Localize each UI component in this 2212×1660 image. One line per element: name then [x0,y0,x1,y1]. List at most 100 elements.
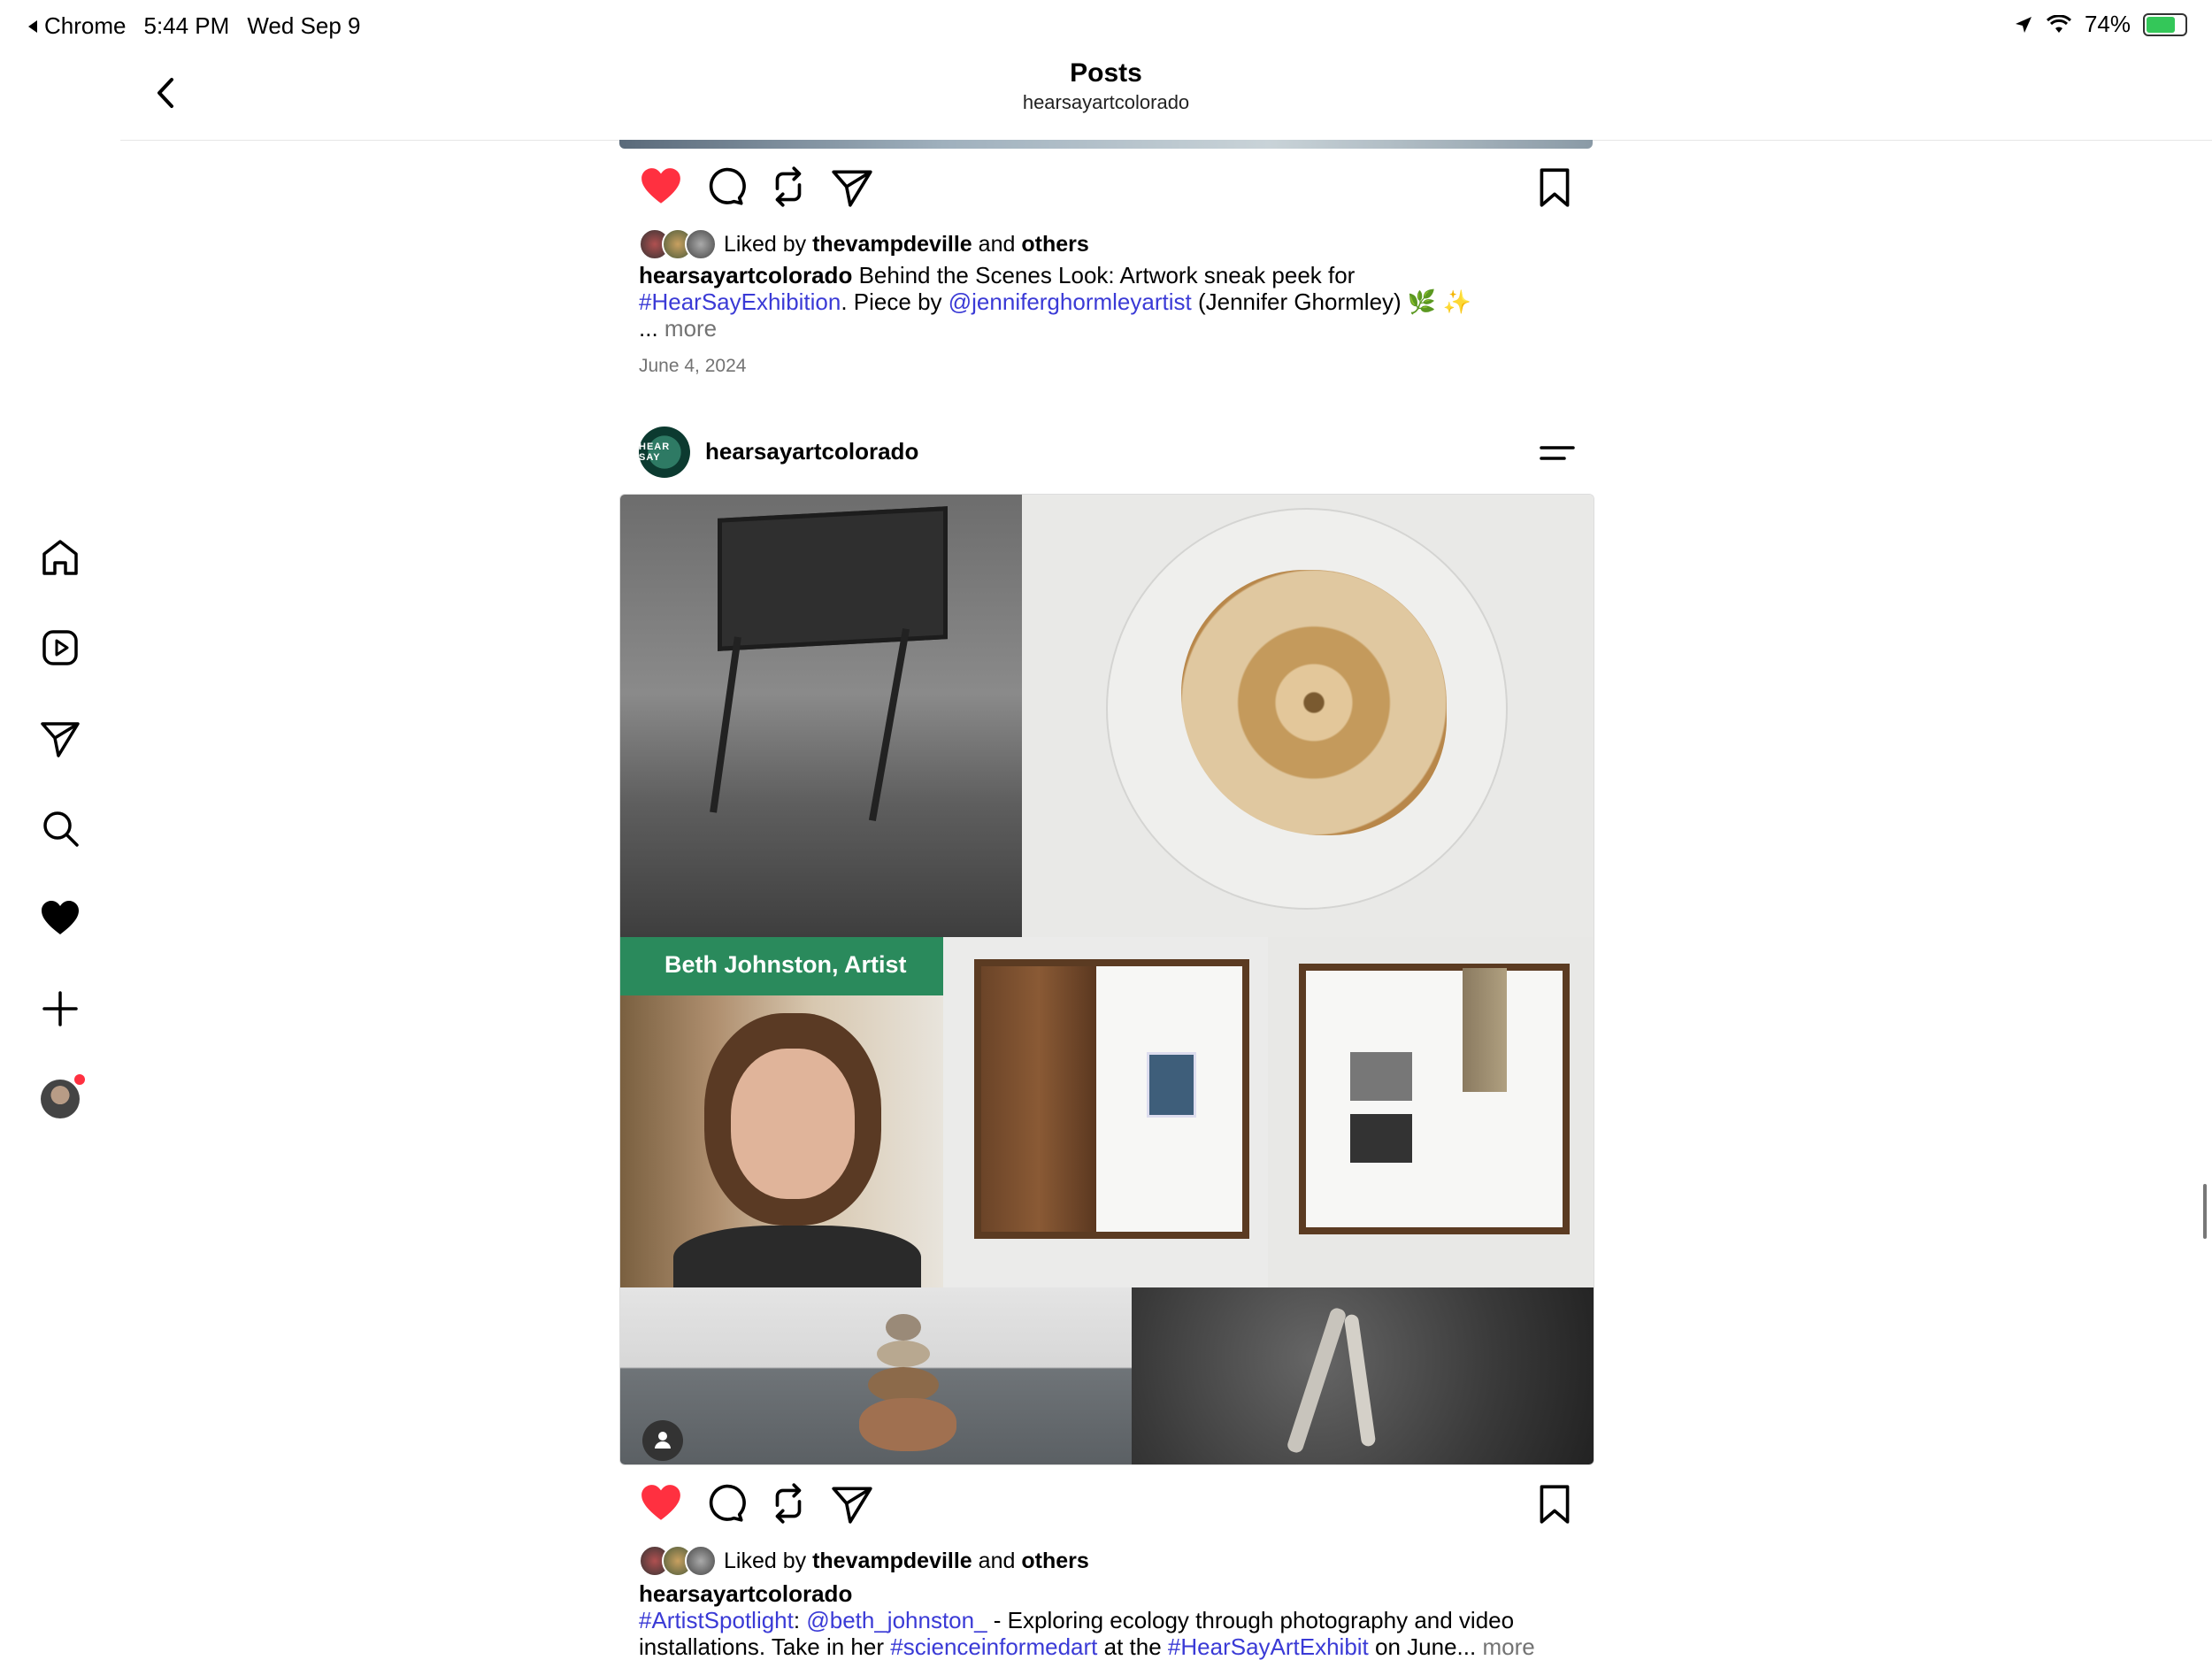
sidebar-item-create[interactable] [34,982,87,1035]
liked-by-others-link[interactable]: others [1021,1549,1088,1573]
post-header: HEAR SAY hearsayartcolorado [639,427,1577,481]
heart-filled-icon [641,168,680,204]
posts-feed: Liked by thevampdeville and others hears… [619,140,1594,1660]
status-bar: Chrome 5:44 PM Wed Sep 9 74% [0,0,2212,51]
billboard-photo [620,495,1022,937]
liked-by-and: and [978,1548,1016,1573]
caption-text: (Jennifer Ghormley) 🌿 ✨ [1197,288,1471,315]
liked-by-others-link[interactable]: others [1021,232,1088,257]
send-icon [832,1487,872,1524]
liked-by-user-link[interactable]: thevampdeville [812,1549,972,1573]
post-date: June 4, 2024 [639,356,747,376]
mention-link[interactable]: @beth_johnston_ [806,1607,987,1633]
post-caption: hearsayartcolorado #ArtistSpotlight: @be… [639,1580,1535,1660]
comment-icon [709,167,746,205]
post-username-link[interactable]: hearsayartcolorado [705,438,918,465]
avatar [685,228,717,260]
battery-icon [2143,12,2187,36]
sidebar-item-search[interactable] [34,802,87,855]
disc-artwork-photo [1022,495,1594,937]
back-to-app-link[interactable]: Chrome [27,12,126,40]
tagged-users-button[interactable] [642,1420,683,1461]
post-menu-button[interactable] [1538,435,1577,471]
heart-filled-icon [641,1485,680,1520]
sidebar-item-reels[interactable] [34,621,87,674]
bookmark-icon [1540,1485,1570,1524]
previous-post-image[interactable] [619,140,1593,149]
avatar[interactable]: HEAR SAY [639,427,690,478]
page-title: Posts [1070,58,1142,88]
caption-text: on June... [1375,1633,1477,1660]
heart-filled-icon [42,901,79,934]
save-button[interactable] [1532,165,1577,209]
back-triangle-icon [28,19,37,33]
page-header: Posts hearsayartcolorado [120,51,2212,141]
status-date: Wed Sep 9 [247,12,361,39]
caption-username-link[interactable]: hearsayartcolorado [639,1580,852,1607]
post-image[interactable]: Beth Johnston, Artist [619,494,1594,1465]
framed-artwork-photo [1268,937,1594,1287]
like-button[interactable] [639,165,683,209]
post-caption: hearsayartcolorado Behind the Scenes Loo… [639,262,1577,342]
liked-by-and: and [978,231,1016,257]
stone-stack-photo [620,1287,1132,1464]
bones-photo [1132,1287,1594,1464]
comment-icon [709,1484,746,1522]
post-actions [639,165,1577,214]
comment-button[interactable] [703,165,747,209]
caption-text: at the [1103,1633,1162,1660]
reels-icon [42,630,78,665]
share-button[interactable] [830,1481,874,1526]
sidebar-item-profile[interactable] [34,1072,87,1126]
location-icon [2015,16,2032,33]
comment-button[interactable] [703,1481,747,1526]
likes-summary[interactable]: Liked by thevampdeville and others [639,1545,1089,1577]
notification-dot [74,1074,85,1085]
repost-icon [775,1483,802,1524]
scroll-indicator[interactable] [2203,1184,2207,1239]
bookmark-icon [1540,168,1570,207]
caption-text: Behind the Scenes Look: Artwork sneak pe… [858,262,1356,288]
hashtag-link[interactable]: #scienceinformedart [890,1633,1097,1660]
more-link[interactable]: more [664,315,717,342]
likes-summary[interactable]: Liked by thevampdeville and others [639,228,1089,260]
liker-avatars [639,228,717,260]
caption-text: . Piece by [841,288,942,315]
hashtag-link[interactable]: #HearSayExhibition [639,288,841,315]
like-button[interactable] [639,1481,683,1526]
sidebar-item-home[interactable] [34,531,87,584]
send-icon [41,722,80,757]
battery-percent: 74% [2084,11,2131,37]
caption-text: - Exploring ecology through photography … [993,1607,1515,1633]
framed-artwork-photo [943,937,1268,1287]
search-icon [43,811,79,847]
artist-portrait-photo [620,995,943,1287]
liked-by-label: Liked by [724,1548,807,1573]
page-subtitle: hearsayartcolorado [1022,91,1190,113]
sidebar-nav [0,142,120,1658]
send-icon [832,170,872,207]
repost-button[interactable] [766,165,810,209]
caption-ellipsis: ... [639,315,658,342]
sidebar-item-activity[interactable] [34,892,87,945]
repost-icon [775,166,802,207]
avatar [41,1074,85,1118]
sidebar-item-messages[interactable] [34,711,87,765]
hashtag-link[interactable]: #HearSayArtExhibit [1168,1633,1369,1660]
status-time: 5:44 PM [143,12,230,39]
hashtag-link[interactable]: #ArtistSpotlight [639,1607,794,1633]
avatar [685,1545,717,1577]
plus-icon [42,991,78,1026]
caption-username-link[interactable]: hearsayartcolorado [639,262,852,288]
repost-button[interactable] [766,1481,810,1526]
liked-by-label: Liked by [724,231,807,257]
wifi-icon [2046,14,2071,33]
home-icon [42,540,78,575]
share-button[interactable] [830,165,874,209]
more-link[interactable]: more [1482,1633,1534,1660]
artist-banner-label: Beth Johnston, Artist [664,951,907,978]
liked-by-user-link[interactable]: thevampdeville [812,232,972,257]
mention-link[interactable]: @jenniferghormleyartist [949,288,1192,315]
artist-banner: Beth Johnston, Artist [620,937,943,995]
save-button[interactable] [1532,1481,1577,1526]
